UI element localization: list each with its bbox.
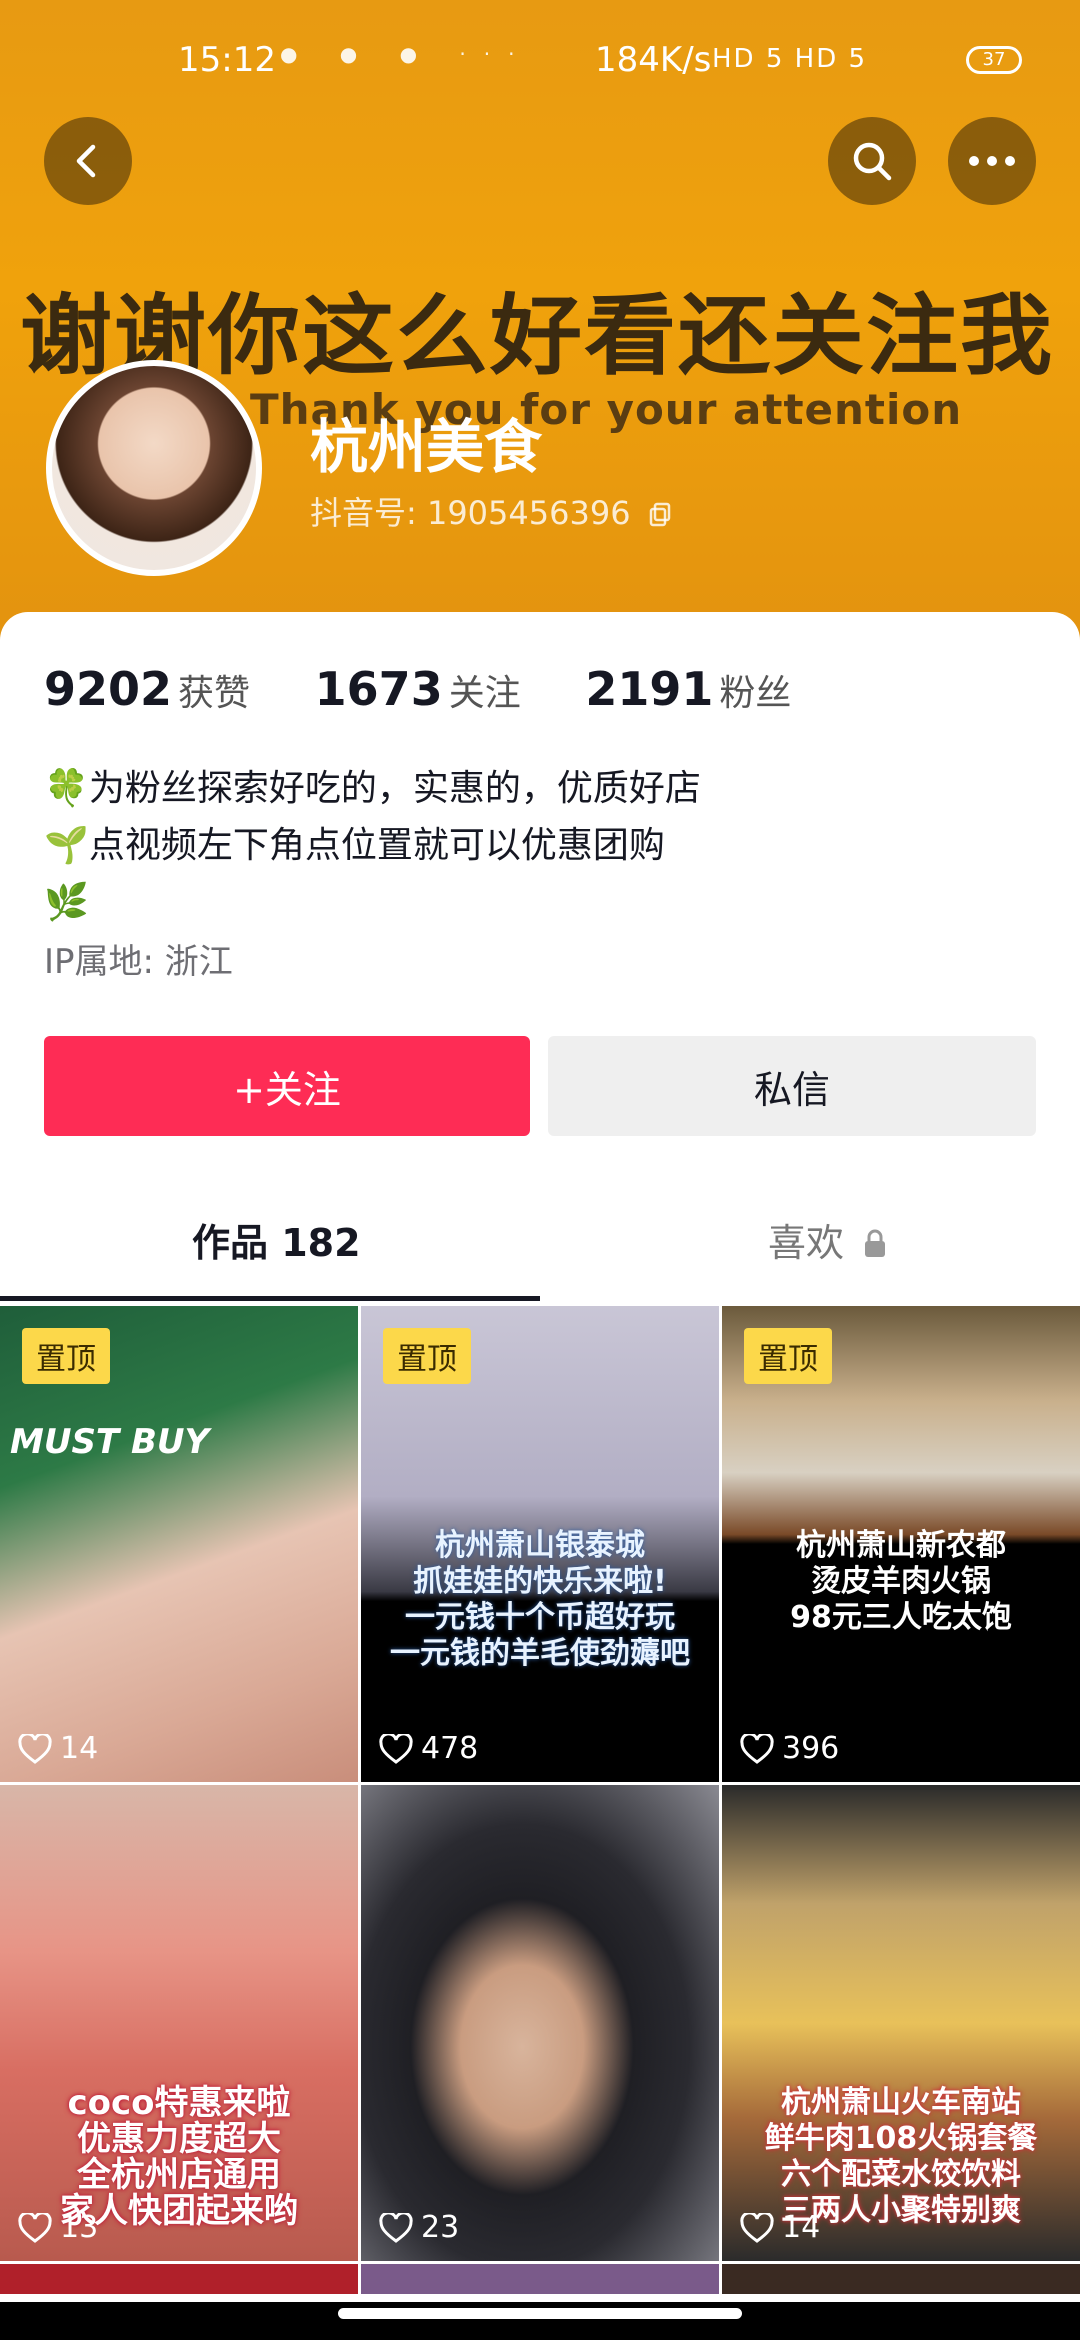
video-caption: coco特惠来啦 优惠力度超大 全杭州店通用 家人快团起来哟 — [60, 2083, 298, 2231]
stat-value: 9202 — [44, 662, 173, 716]
likes-count: 396 — [782, 1731, 840, 1766]
search-button[interactable] — [828, 117, 916, 205]
video-likes: 478 — [379, 1731, 478, 1766]
ip-location: IP属地: 浙江 — [44, 942, 233, 982]
douyin-id-text: 抖音号: 1905456396 — [310, 494, 631, 532]
signal-indicators: HD 5 HD 5 — [712, 44, 868, 74]
battery-icon: 37 — [966, 46, 1022, 74]
stat-label: 获赞 — [178, 673, 251, 714]
bio-line: 🌱点视频左下角点位置就可以优惠团购 — [44, 825, 665, 866]
likes-count: 14 — [60, 1731, 99, 1766]
profile-name: 杭州美食 — [310, 413, 543, 481]
status-bar: 15:12 ● ● ● ··· 184K/s HD 5 HD 5 37 — [0, 34, 1080, 84]
douyin-id[interactable]: 抖音号: 1905456396 — [310, 488, 675, 534]
more-button[interactable] — [948, 117, 1036, 205]
video-likes: 23 — [379, 2210, 459, 2245]
bio-line: 🌿 — [44, 882, 89, 923]
video-caption: MUST BUY — [10, 1422, 210, 1462]
stat-likes[interactable]: 9202 获赞 — [44, 662, 250, 716]
video-tile-partial[interactable] — [0, 2264, 358, 2294]
search-icon — [853, 142, 892, 181]
likes-count: 13 — [60, 2210, 99, 2245]
video-tile[interactable]: coco特惠来啦 优惠力度超大 全杭州店通用 家人快团起来哟 13 — [0, 1785, 358, 2261]
avatar[interactable] — [46, 360, 262, 576]
home-indicator[interactable] — [338, 2308, 742, 2319]
pinned-badge: 置顶 — [744, 1328, 832, 1384]
heart-icon — [18, 1733, 52, 1764]
pinned-badge: 置顶 — [383, 1328, 471, 1384]
heart-icon — [740, 2212, 774, 2243]
heart-icon — [379, 2212, 413, 2243]
heart-icon — [18, 2212, 52, 2243]
status-time: 15:12 — [178, 40, 276, 80]
video-tile-partial[interactable] — [722, 2264, 1080, 2294]
heart-icon — [379, 1733, 413, 1764]
pinned-badge: 置顶 — [22, 1328, 110, 1384]
message-button[interactable]: 私信 — [548, 1036, 1036, 1136]
more-dots-icon — [969, 156, 1015, 166]
stats-row: 9202 获赞 1673 关注 2191 粉丝 — [44, 662, 841, 716]
likes-count: 478 — [421, 1731, 479, 1766]
video-tile[interactable]: 置顶 杭州萧山银泰城 抓娃娃的快乐来啦! 一元钱十个币超好玩 一元钱的羊毛使劲薅… — [361, 1306, 719, 1782]
stat-followers[interactable]: 2191 粉丝 — [585, 662, 791, 716]
stat-following[interactable]: 1673 关注 — [315, 662, 521, 716]
video-tile-partial[interactable] — [361, 2264, 719, 2294]
video-tile[interactable]: 置顶 杭州萧山新农都 烫皮羊肉火锅 98元三人吃太饱 396 — [722, 1306, 1080, 1782]
video-tile[interactable]: 置顶 MUST BUY 14 — [0, 1306, 358, 1782]
heart-icon — [740, 1733, 774, 1764]
copy-icon[interactable] — [647, 500, 675, 528]
video-likes: 14 — [740, 2210, 820, 2245]
tab-likes[interactable]: 喜欢 — [768, 1212, 888, 1267]
video-caption: 杭州萧山银泰城 抓娃娃的快乐来啦! 一元钱十个币超好玩 一元钱的羊毛使劲薅吧 — [390, 1528, 690, 1671]
video-likes: 14 — [18, 1731, 98, 1766]
video-caption: 杭州萧山火车南站 鲜牛肉108火锅套餐 六个配菜水饺饮料 三两人小聚特别爽 — [764, 2085, 1038, 2228]
tab-likes-label: 喜欢 — [768, 1221, 845, 1265]
video-likes: 13 — [18, 2210, 98, 2245]
stat-label: 粉丝 — [719, 673, 792, 714]
stat-label: 关注 — [448, 673, 521, 714]
stat-value: 1673 — [314, 662, 443, 716]
video-tile[interactable]: 杭州萧山火车南站 鲜牛肉108火锅套餐 六个配菜水饺饮料 三两人小聚特别爽 14 — [722, 1785, 1080, 2261]
notification-dots: ● ● ● ··· — [280, 42, 533, 66]
video-caption: 杭州萧山新农都 烫皮羊肉火锅 98元三人吃太饱 — [790, 1528, 1012, 1635]
back-button[interactable] — [44, 117, 132, 205]
network-speed: 184K/s — [595, 40, 712, 80]
lock-icon — [865, 1229, 886, 1257]
likes-count: 23 — [421, 2210, 460, 2245]
video-tile[interactable]: 23 — [361, 1785, 719, 2261]
profile-card: 9202 获赞 1673 关注 2191 粉丝 🍀为粉丝探索好吃的，实惠的，优质好店 … — [0, 612, 1080, 2302]
likes-count: 14 — [782, 2210, 821, 2245]
tab-active-indicator — [0, 1296, 540, 1301]
stat-value: 2191 — [585, 662, 714, 716]
bio: 🍀为粉丝探索好吃的，实惠的，优质好店 🌱点视频左下角点位置就可以优惠团购 🌿 — [44, 760, 701, 931]
bio-line: 🍀为粉丝探索好吃的，实惠的，优质好店 — [44, 768, 701, 809]
video-likes: 396 — [740, 1731, 839, 1766]
follow-button[interactable]: +关注 — [44, 1036, 530, 1136]
chevron-left-icon — [76, 144, 96, 178]
tab-works[interactable]: 作品 182 — [192, 1212, 361, 1267]
